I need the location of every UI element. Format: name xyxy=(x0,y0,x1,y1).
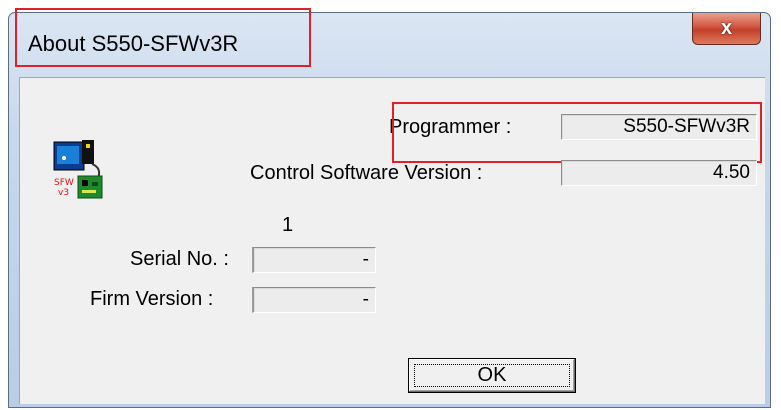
firm-version-label: Firm Version : xyxy=(90,288,214,310)
dialog-content: SFW v3 Programmer : S550-SFWv3R Control … xyxy=(19,77,765,404)
control-software-label: Control Software Version : xyxy=(250,162,483,184)
close-icon: x xyxy=(720,17,733,39)
close-button[interactable]: x xyxy=(692,13,761,45)
focus-rectangle xyxy=(414,364,570,387)
control-software-version-field: 4.50 xyxy=(561,160,757,186)
title-highlight-box xyxy=(15,8,311,67)
firm-version-field: - xyxy=(252,287,376,313)
serial-number-label: Serial No. : xyxy=(130,248,229,270)
count-text: 1 xyxy=(282,214,294,236)
programmer-highlight-box xyxy=(392,102,762,163)
programmer-device-icon: SFW v3 xyxy=(53,140,103,199)
about-dialog: About S550-SFWv3R x SFW v3 Programmer : … xyxy=(8,12,771,408)
serial-number-field: - xyxy=(252,247,376,273)
svg-text:v3: v3 xyxy=(58,188,69,198)
ok-button[interactable]: OK xyxy=(408,358,576,393)
icon-caption: SFW xyxy=(54,178,74,188)
